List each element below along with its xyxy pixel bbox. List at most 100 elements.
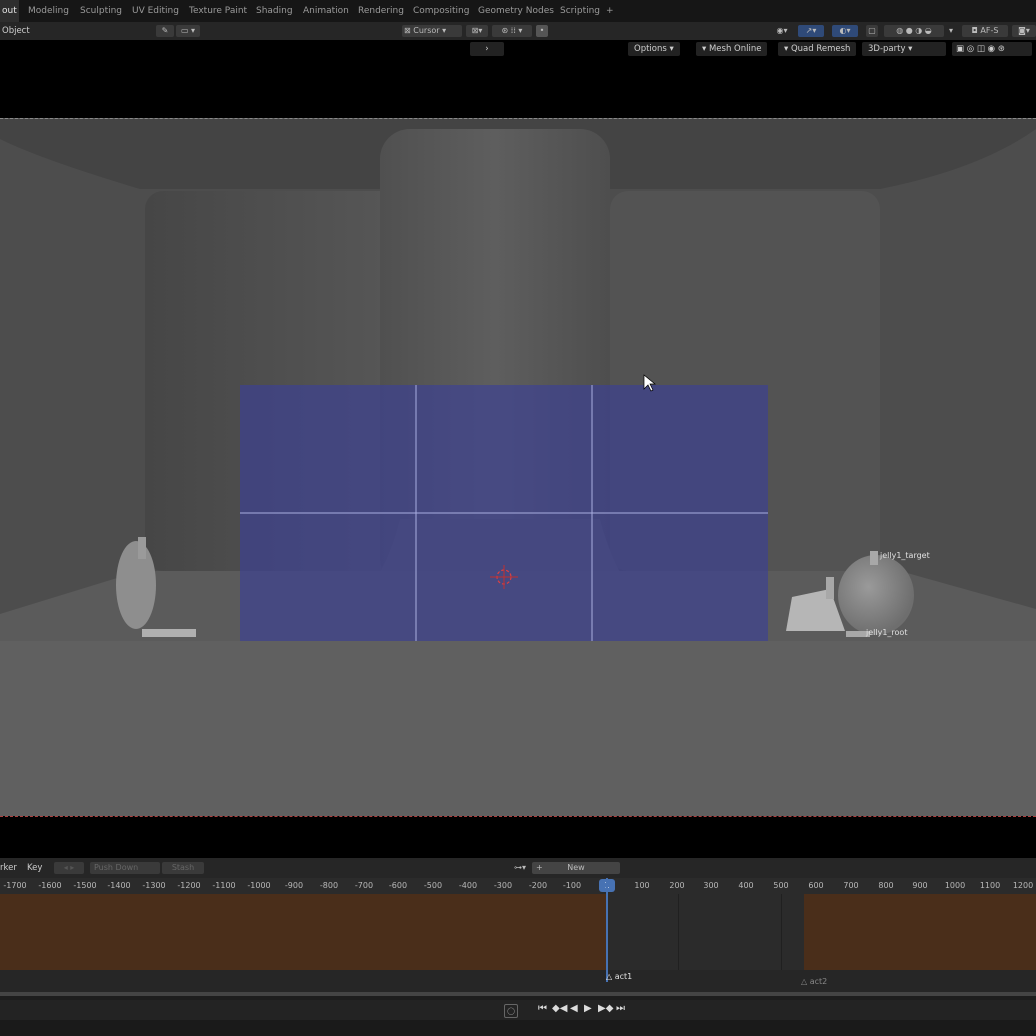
3d-party-dropdown[interactable]: 3D-party ▾ <box>862 42 946 56</box>
ruler-tick: -900 <box>284 881 304 890</box>
new-label: New <box>567 863 585 872</box>
tab-texture-paint[interactable]: Texture Paint <box>189 6 247 16</box>
overlay-icon[interactable]: ◐▾ <box>832 25 858 37</box>
3d-viewport[interactable]: jelly1_target jelly1_root <box>0 118 1036 817</box>
left-prop <box>116 541 156 629</box>
marker-track <box>0 970 1036 992</box>
action-browse-icon[interactable]: ⊶▾ <box>510 862 530 874</box>
ruler-tick: -700 <box>354 881 374 890</box>
new-action-button[interactable]: + New <box>532 862 620 874</box>
tab-geometry-nodes[interactable]: Geometry Nodes <box>478 6 554 16</box>
camera-label: AF-S <box>980 26 999 35</box>
scene-graphic <box>0 119 1036 817</box>
ruler-tick: 1000 <box>944 881 966 890</box>
ruler-tick: -1100 <box>212 881 236 890</box>
expand-chevron-icon[interactable]: › <box>470 42 504 56</box>
tab-layout[interactable]: out <box>0 0 19 22</box>
add-workspace-button[interactable]: + <box>606 6 614 16</box>
ruler-tick: -1000 <box>247 881 271 890</box>
viewport-letterbox-bottom <box>0 816 1036 859</box>
jump-end-icon[interactable]: ⏭ <box>616 1003 625 1014</box>
ruler-tick: 600 <box>808 881 824 890</box>
ruler-tick: -100 <box>562 881 582 890</box>
keyframe-nav-buttons[interactable]: ◂ ▸ <box>54 862 84 874</box>
shading-dropdown-icon[interactable]: ▾ <box>946 25 956 37</box>
marker-menu[interactable]: rker <box>0 861 17 875</box>
jump-start-icon[interactable]: ⏮ <box>538 1003 547 1014</box>
play-icon[interactable]: ▶ <box>584 1003 592 1014</box>
right-prop-stick <box>826 577 834 599</box>
tab-shading[interactable]: Shading <box>256 6 293 16</box>
tab-rendering[interactable]: Rendering <box>358 6 404 16</box>
ruler-tick: 500 <box>773 881 789 890</box>
track-scrollbar[interactable] <box>0 992 1036 996</box>
viewport-header: Object ✎ ▭ ▾ ⊠ Cursor ▾ ⊠▾ ⊛ ⁞⁞ ▾ • ◉▾ ↗… <box>0 22 1036 40</box>
ruler-tick: 1100 <box>979 881 1001 890</box>
snap-icon[interactable]: ⊠▾ <box>466 25 488 37</box>
gizmo-icon[interactable]: ↗▾ <box>798 25 824 37</box>
ruler-tick: 900 <box>912 881 928 890</box>
mesh-online-label: Mesh Online <box>708 44 762 54</box>
ruler-tick: 100 <box>634 881 650 890</box>
snapping-dropdown[interactable]: ⊛ ⁞⁞ ▾ <box>492 25 532 37</box>
auto-keying-icon[interactable]: ◯ <box>504 1004 518 1018</box>
mode-selector[interactable]: Object <box>2 24 30 38</box>
options-dropdown[interactable]: Options ▾ <box>628 42 680 56</box>
proportional-edit-icon[interactable]: • <box>536 25 548 37</box>
tab-modeling[interactable]: Modeling <box>28 6 69 16</box>
frame-ruler[interactable]: -1700 -1600 -1500 -1400 -1300 -1200 -110… <box>0 878 1036 894</box>
pivot-label: Cursor <box>413 26 440 35</box>
push-down-label: Push Down <box>94 863 139 872</box>
visibility-icon[interactable]: ◉▾ <box>772 25 792 37</box>
timeline-header: rker Key ◂ ▸ Push Down Stash ⊶▾ + New <box>0 858 1036 878</box>
options-label: Options <box>634 44 667 54</box>
ruler-tick: 800 <box>878 881 894 890</box>
plus-icon: + <box>536 863 543 872</box>
shading-mode-buttons[interactable]: ◍ ● ◑ ◒ <box>884 25 944 37</box>
left-prop-handle <box>138 537 146 559</box>
ruler-tick: -1700 <box>3 881 27 890</box>
pivot-dropdown[interactable]: ⊠ Cursor ▾ <box>402 25 462 37</box>
prev-keyframe-icon[interactable]: ◆◀ <box>552 1003 567 1014</box>
marker-act1[interactable]: △ act1 <box>606 972 632 981</box>
stash-button[interactable]: Stash <box>162 862 204 874</box>
ruler-tick: -300 <box>493 881 513 890</box>
camera-dropdown[interactable]: ◘ AF-S <box>962 25 1008 37</box>
playhead-line <box>606 878 608 982</box>
next-keyframe-icon[interactable]: ▶◆ <box>598 1003 613 1014</box>
ruler-tick: -1600 <box>38 881 62 890</box>
viewport-tool-header: › Options ▾ ▾ Mesh Online ▾ Quad Remesh … <box>0 40 1036 58</box>
ruler-tick: -600 <box>388 881 408 890</box>
eyedropper-icon[interactable]: ✎ <box>156 25 174 37</box>
ruler-tick: 700 <box>843 881 859 890</box>
action-range <box>606 894 804 970</box>
play-reverse-icon[interactable]: ◀ <box>570 1003 578 1014</box>
render-region-icon[interactable]: ◙▾ <box>1012 25 1036 37</box>
xray-icon[interactable]: ▢ <box>866 25 878 37</box>
nla-tracks[interactable]: △ act1 △ act2 <box>0 878 1036 996</box>
status-bar <box>0 1020 1036 1036</box>
object-label-target: jelly1_target <box>880 551 930 560</box>
tab-uv-editing[interactable]: UV Editing <box>132 6 179 16</box>
workspace-tab-bar: out Modeling Sculpting UV Editing Textur… <box>0 0 1036 22</box>
push-down-button[interactable]: Push Down <box>90 862 160 874</box>
tab-compositing[interactable]: Compositing <box>413 6 469 16</box>
action-strip-before[interactable] <box>0 894 606 970</box>
ruler-tick: -800 <box>319 881 339 890</box>
transform-orientation-dropdown[interactable]: ▭ ▾ <box>176 25 200 37</box>
tab-animation[interactable]: Animation <box>303 6 349 16</box>
ruler-tick: 1200 <box>1012 881 1034 890</box>
tab-sculpting[interactable]: Sculpting <box>80 6 122 16</box>
action-strip-after[interactable] <box>804 894 1036 970</box>
ruler-tick: 200 <box>669 881 685 890</box>
marker-act2[interactable]: △ act2 <box>801 977 827 986</box>
ruler-tick: -400 <box>458 881 478 890</box>
tab-scripting[interactable]: Scripting <box>560 6 600 16</box>
ruler-tick: -1400 <box>107 881 131 890</box>
viewport-icon-row[interactable]: ▣ ◎ ◫ ◉ ⊛ <box>952 42 1032 56</box>
mesh-online-dropdown[interactable]: ▾ Mesh Online <box>696 42 768 56</box>
marker-act1-label: act1 <box>614 972 633 981</box>
key-menu[interactable]: Key <box>27 861 42 875</box>
quad-remesh-dropdown[interactable]: ▾ Quad Remesh <box>778 42 857 56</box>
3d-party-label: 3D-party <box>868 44 906 54</box>
